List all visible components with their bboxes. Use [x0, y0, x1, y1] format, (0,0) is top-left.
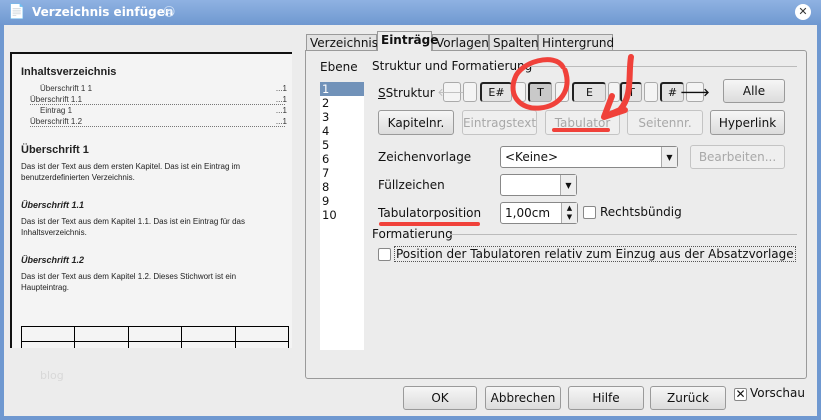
toc-page: ...1 [275, 95, 287, 104]
chevron-down-icon: ▼ [661, 147, 677, 167]
watermark: blog [40, 369, 64, 382]
arrow-right-icon: 🡒 [680, 86, 710, 99]
tab-vorlagen[interactable]: Vorlagen [432, 34, 489, 51]
level-item[interactable]: 7 [320, 166, 364, 180]
level-item[interactable]: 5 [320, 138, 364, 152]
scroll-right-button[interactable]: 🡒 [680, 82, 710, 102]
vorschau-label: Vorschau [750, 386, 805, 400]
token-entry-number[interactable]: E# [480, 82, 512, 102]
tabposition-spinner[interactable]: 1,00cm ▲ ▼ [500, 202, 578, 224]
tabposition-label: Tabulatorposition [378, 206, 482, 220]
section-heading: Überschrift 1.2 [21, 255, 85, 265]
text-slot[interactable] [608, 82, 620, 102]
kapitelnr-button[interactable]: Kapitelnr. [378, 110, 454, 135]
title-bar: 📄 Verzeichnis einfügen ◎ ✕ [0, 0, 821, 25]
ok-button[interactable]: OK [403, 386, 477, 410]
struktur-label: SStruktur [378, 86, 435, 100]
close-icon[interactable]: ✕ [795, 4, 811, 20]
tab-hintergrund[interactable]: Hintergrund [538, 34, 614, 51]
hyperlink-button[interactable]: Hyperlink [710, 110, 785, 135]
back-button[interactable]: Zurück [650, 386, 726, 410]
text-slot[interactable] [555, 82, 569, 102]
level-list[interactable]: 1 2 3 4 5 6 7 8 9 10 [320, 82, 364, 350]
zeichenvorlage-label: Zeichenvorlage [378, 150, 472, 164]
fuellzeichen-label: Füllzeichen [378, 178, 445, 192]
section-heading: Überschrift 1.1 [21, 200, 85, 210]
window-frame [817, 25, 821, 420]
divider [450, 234, 797, 235]
level-item[interactable]: 6 [320, 152, 364, 166]
section-body: Das ist der Text aus dem ersten Kapitel.… [21, 162, 241, 182]
rechtsbuendig-checkbox[interactable] [583, 206, 596, 219]
toc-page: ...1 [275, 117, 287, 126]
token-tab[interactable]: T [620, 82, 642, 102]
vorschau-checkbox[interactable]: ✕ [734, 388, 747, 401]
toc-entry: Überschrift 1.2 [30, 117, 285, 127]
alle-button[interactable]: Alle [723, 79, 785, 103]
preview-pane: Inhaltsverzeichnis Überschrift 1 1 ...1 … [10, 52, 292, 348]
text-slot[interactable] [463, 82, 477, 102]
formatierung-label: Formatierung [372, 227, 453, 241]
toc-page: ...1 [275, 106, 287, 115]
toc-page: ...1 [275, 84, 287, 93]
text-slot[interactable] [644, 82, 658, 102]
token-entry-text[interactable]: E [572, 82, 606, 102]
help-button[interactable]: Hilfe [568, 386, 644, 410]
level-item[interactable]: 2 [320, 96, 364, 110]
level-item[interactable]: 3 [320, 110, 364, 124]
document-icon: 📄 [8, 4, 26, 20]
level-item[interactable]: 10 [320, 208, 364, 222]
tab-eintraege[interactable]: Einträge [377, 31, 438, 51]
preview-table [20, 326, 290, 348]
window-title: Verzeichnis einfügen [32, 5, 174, 19]
bearbeiten-button[interactable]: Bearbeiten... [690, 145, 785, 169]
divider [527, 66, 797, 67]
level-item[interactable]: 4 [320, 124, 364, 138]
section-heading: Überschrift 1 [21, 144, 89, 156]
relative-position-label: Position der Tabulatoren relativ zum Ein… [394, 246, 796, 262]
text-slot[interactable] [514, 82, 526, 102]
spin-arrows-icon[interactable]: ▲ ▼ [561, 203, 577, 223]
section-body: Das ist der Text aus dem Kapitel 1.2. Di… [21, 272, 237, 292]
swirl-icon: ◎ [163, 3, 176, 19]
seitennr-button[interactable]: Seitennr. [627, 110, 703, 135]
cancel-button[interactable]: Abbrechen [485, 386, 561, 410]
relative-position-checkbox[interactable] [378, 248, 391, 261]
rechtsbuendig-label: Rechtsbündig [600, 205, 682, 219]
ebene-label: Ebene [320, 60, 358, 74]
chevron-down-icon: ▼ [560, 175, 576, 195]
fuellzeichen-select[interactable]: ▼ [500, 174, 577, 196]
toc-entry: Überschrift 1.1 [30, 95, 285, 105]
token-tab[interactable]: T [528, 82, 552, 102]
window-frame [0, 25, 4, 420]
tabulator-button[interactable]: Tabulator [545, 110, 620, 135]
level-item[interactable]: 9 [320, 194, 364, 208]
scroll-left-button[interactable]: 🡐 [437, 82, 467, 102]
eintragstext-button[interactable]: Eintragstext [462, 110, 537, 135]
level-item[interactable]: 1 [320, 82, 364, 96]
zeichenvorlage-select[interactable]: <Keine> ▼ [500, 146, 678, 168]
toc-entry: Eintrag 1 [40, 106, 73, 115]
section-body: Das ist der Text aus dem Kapitel 1.1. Da… [21, 217, 245, 237]
struktur-group-label: Struktur und Formatierung [372, 59, 533, 73]
toc-title: Inhaltsverzeichnis [21, 66, 117, 78]
tab-verzeichnis[interactable]: Verzeichnis [306, 34, 378, 51]
level-item[interactable]: 8 [320, 180, 364, 194]
toc-entry: Überschrift 1 1 [40, 84, 93, 93]
window-frame [0, 416, 821, 420]
tab-spalten[interactable]: Spalten [489, 34, 539, 51]
